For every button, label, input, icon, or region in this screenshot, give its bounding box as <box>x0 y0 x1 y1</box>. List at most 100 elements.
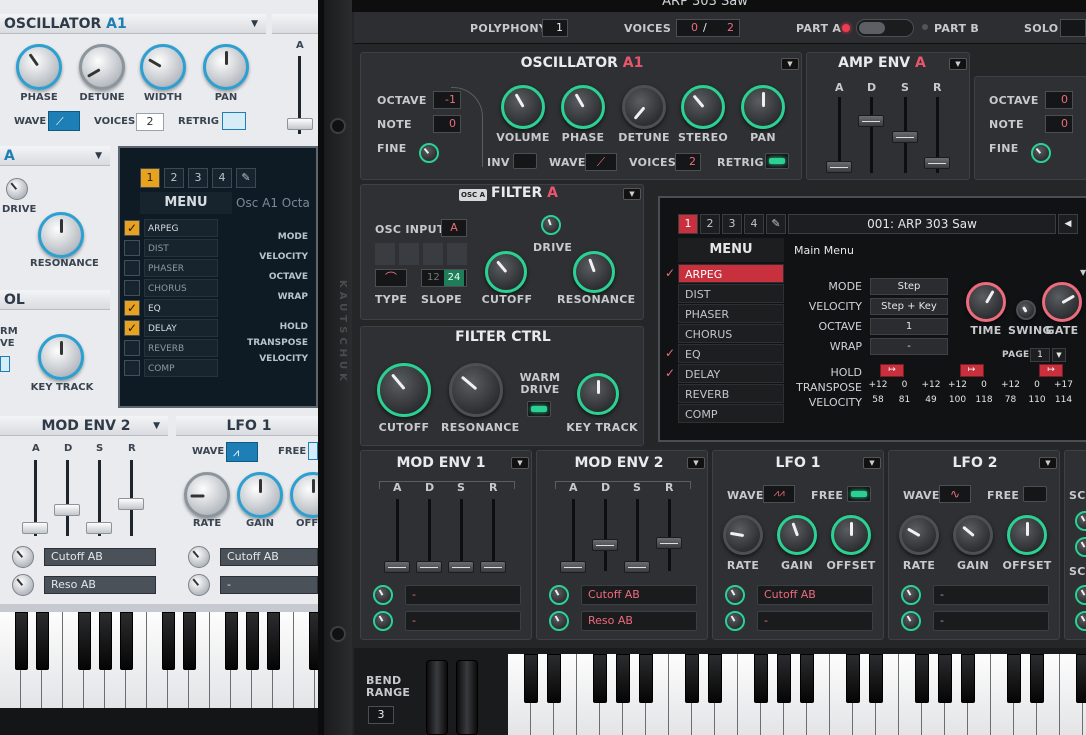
lfo2-rate-knob[interactable] <box>899 515 939 555</box>
velocity-step[interactable]: 49 <box>919 395 943 405</box>
hold-step[interactable]: ↦ <box>959 364 984 377</box>
chevron-down-icon[interactable]: ▼ <box>95 146 102 165</box>
lfo2-gain-knob[interactable] <box>953 515 993 555</box>
page-dropdown-icon[interactable]: ▼ <box>1052 348 1066 362</box>
black-key[interactable] <box>777 654 791 703</box>
menu-item-reverb[interactable]: REVERB <box>144 339 218 357</box>
black-key[interactable] <box>161 612 175 670</box>
env1-dest-select-1[interactable]: - <box>405 585 521 605</box>
ctrl-cutoff-knob[interactable] <box>377 363 431 417</box>
velocity-step[interactable]: 114 <box>1052 395 1076 405</box>
chevron-down-icon[interactable]: ▼ <box>1039 457 1057 469</box>
stereo-knob[interactable] <box>681 85 725 129</box>
filter-type-grid[interactable] <box>375 243 467 265</box>
env1-amount-knob[interactable] <box>373 611 393 631</box>
env2-decay-fader[interactable] <box>592 539 618 551</box>
chevron-down-icon[interactable]: ▼ <box>863 457 881 469</box>
edit-pencil-icon[interactable]: ✎ <box>236 168 256 188</box>
sine-wave-icon[interactable]: ∿ <box>939 485 971 503</box>
env2-amount-knob[interactable] <box>549 585 569 605</box>
retrig-toggle[interactable] <box>222 112 246 130</box>
checkbox[interactable] <box>124 280 140 296</box>
tab-2[interactable]: 2 <box>700 214 720 234</box>
menu-item-delay[interactable]: DELAY <box>144 319 218 337</box>
voices-value[interactable]: 2 <box>136 113 164 131</box>
lfo2-dest-select-2[interactable]: - <box>933 611 1049 631</box>
edit-pencil-icon[interactable]: ✎ <box>766 214 786 234</box>
volume-knob[interactable] <box>501 85 545 129</box>
black-key[interactable] <box>182 612 196 670</box>
env-decay-fader[interactable] <box>54 504 80 516</box>
amp-release-fader[interactable] <box>924 157 950 169</box>
menu-item-chorus[interactable]: CHORUS <box>678 324 784 343</box>
lfo-wave-button[interactable]: ⩘ <box>226 442 258 462</box>
phase-knob[interactable] <box>561 85 605 129</box>
env-attack-fader[interactable] <box>22 522 48 534</box>
check-icon[interactable]: ✓ <box>662 264 678 283</box>
velocity-step[interactable]: 58 <box>866 395 890 405</box>
tab-3[interactable]: 3 <box>188 168 208 188</box>
lfo2-amount-knob[interactable] <box>901 585 921 605</box>
env1-dest-select-2[interactable]: - <box>405 611 521 631</box>
black-key[interactable] <box>224 612 238 670</box>
menu-item-eq[interactable]: EQ <box>678 344 784 363</box>
chevron-down-icon[interactable]: ▼ <box>781 58 799 70</box>
checkbox[interactable] <box>124 340 140 356</box>
amp-decay-fader[interactable] <box>858 115 884 127</box>
black-key[interactable] <box>915 654 929 703</box>
key-track-knob[interactable] <box>577 373 619 415</box>
black-key[interactable] <box>1030 654 1044 703</box>
cutoff-knob[interactable] <box>485 251 527 293</box>
drive-knob[interactable] <box>541 215 561 235</box>
lfo-mod-knob[interactable] <box>188 546 210 568</box>
amp-attack-fader[interactable] <box>826 161 852 173</box>
prev-preset-icon[interactable]: ◀ <box>1058 214 1078 234</box>
hold-step[interactable]: ↦ <box>1039 364 1063 377</box>
arp-swing-knob[interactable] <box>1016 300 1036 320</box>
octave-arp-value[interactable]: 1 <box>870 318 948 335</box>
resonance-knob[interactable] <box>38 212 84 258</box>
black-key[interactable] <box>616 654 630 703</box>
random-wave-icon[interactable]: ⩘⩘ <box>763 485 795 503</box>
bend-range-value[interactable]: 3 <box>368 706 394 724</box>
check-icon[interactable]: ✓ <box>124 320 140 336</box>
arp-gate-knob[interactable] <box>1042 282 1082 322</box>
lfo1-gain-knob[interactable] <box>777 515 817 555</box>
hold-step[interactable]: ↦ <box>880 364 904 377</box>
lfo-dest-select-2[interactable]: - <box>220 576 318 594</box>
fine-knob-2[interactable] <box>1031 143 1051 163</box>
lfo-offset-knob[interactable] <box>290 472 318 518</box>
menu-item-arpeg[interactable]: ARPEG <box>678 264 784 283</box>
lfo1-dest-select-1[interactable]: Cutoff AB <box>757 585 873 605</box>
edge-knob[interactable] <box>1075 511 1086 531</box>
black-key[interactable] <box>308 612 318 670</box>
phase-knob[interactable] <box>16 44 62 90</box>
transpose-step[interactable]: +12 <box>999 380 1023 390</box>
env2-dest-select-1[interactable]: Cutoff AB <box>581 585 697 605</box>
tab-3[interactable]: 3 <box>722 214 742 234</box>
env-sustain-fader[interactable] <box>86 522 112 534</box>
env2-sustain-fader[interactable] <box>624 561 650 573</box>
black-key[interactable] <box>266 612 280 670</box>
menu-item-comp[interactable]: COMP <box>144 359 218 377</box>
tab-2[interactable]: 2 <box>164 168 184 188</box>
env1-release-fader[interactable] <box>480 561 506 573</box>
pitch-wheel[interactable] <box>426 660 448 735</box>
key-track-knob[interactable] <box>38 334 84 380</box>
velocity-step[interactable]: 78 <box>999 395 1023 405</box>
black-key[interactable] <box>961 654 975 703</box>
lfo-gain-knob[interactable] <box>237 472 283 518</box>
black-key[interactable] <box>14 612 28 670</box>
menu-item-reverb[interactable]: REVERB <box>678 384 784 403</box>
black-key[interactable] <box>119 612 133 670</box>
lfo-dest-select-1[interactable]: Cutoff AB <box>220 548 318 566</box>
lfo-free-toggle[interactable] <box>308 442 318 460</box>
lfo1-dest-select-2[interactable]: - <box>757 611 873 631</box>
edge-knob[interactable] <box>1075 537 1086 557</box>
env1-amount-knob[interactable] <box>373 585 393 605</box>
transpose-step[interactable]: +17 <box>1052 380 1076 390</box>
check-icon[interactable]: ✓ <box>124 300 140 316</box>
lfo2-dest-select-1[interactable]: - <box>933 585 1049 605</box>
lfo1-amount-knob[interactable] <box>725 585 745 605</box>
width-knob[interactable] <box>140 44 186 90</box>
